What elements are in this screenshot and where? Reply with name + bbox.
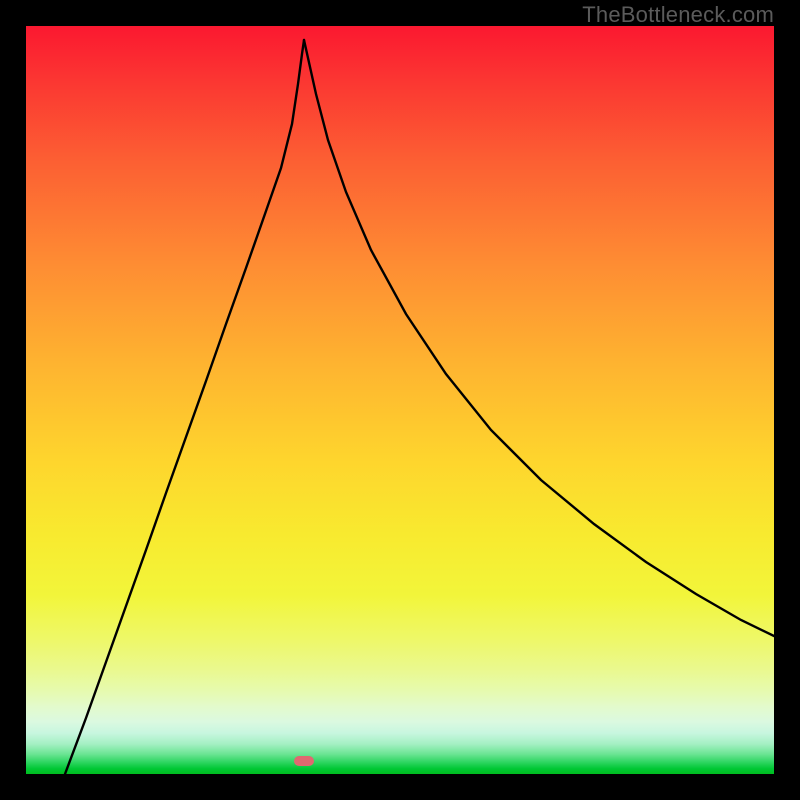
heat-gradient-background (26, 26, 774, 774)
plot-area (26, 26, 774, 774)
optimal-point-marker (294, 756, 314, 766)
attribution-label: TheBottleneck.com (582, 2, 774, 28)
